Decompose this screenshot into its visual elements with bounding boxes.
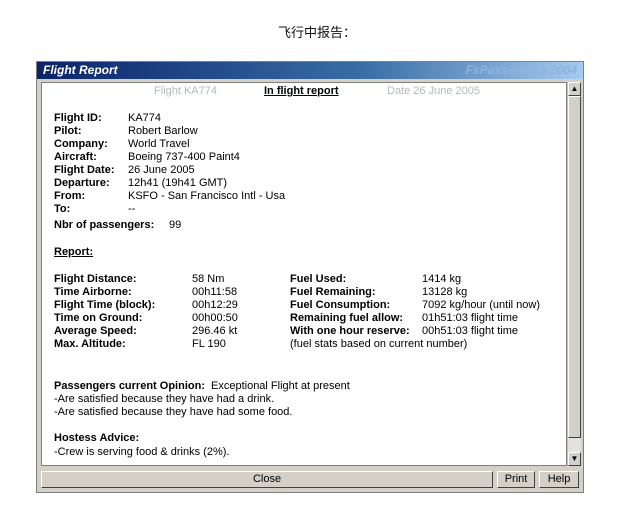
stat-value-speed: 296.46 kt (192, 325, 238, 337)
report-header: Flight KA774 In flight report Date 26 Ju… (42, 85, 566, 99)
button-bar: Close Print Help (41, 471, 581, 488)
print-button[interactable]: Print (497, 471, 535, 488)
info-label-departure: Departure: (54, 177, 110, 189)
info-value-pilot: Robert Barlow (128, 125, 198, 137)
header-date: Date 26 June 2005 (387, 85, 480, 97)
fuel-label-consumption: Fuel Consumption: (290, 299, 391, 311)
info-label-flight-date: Flight Date: (54, 164, 115, 176)
info-value-flight-id: KA774 (128, 112, 162, 124)
info-label-from: From: (54, 190, 86, 202)
fuel-label-allow: Remaining fuel allow: (290, 312, 404, 324)
stat-label-ground: Time on Ground: (54, 312, 143, 324)
hostess-line: -Crew is serving food & drinks (2%). (54, 446, 230, 458)
stat-label-airborne: Time Airborne: (54, 286, 132, 298)
stat-label-distance: Flight Distance: (54, 273, 137, 285)
hostess-label: Hostess Advice: (54, 432, 140, 444)
fuel-label-reserve: With one hour reserve: (290, 325, 410, 337)
vertical-scrollbar[interactable]: ▲ ▼ (567, 82, 581, 466)
title-bar: Flight Report FsPassengers 2004 (37, 62, 583, 79)
stat-value-airborne: 00h11:58 (192, 286, 238, 298)
scrollbar-thumb[interactable] (568, 96, 581, 438)
fuel-note: (fuel stats based on current number) (290, 338, 468, 350)
stat-value-distance: 58 Nm (192, 273, 225, 285)
info-label-to: To: (54, 203, 71, 215)
stat-label-altitude: Max. Altitude: (54, 338, 126, 350)
stat-value-ground: 00h00:50 (192, 312, 238, 324)
close-button[interactable]: Close (41, 471, 493, 488)
info-label-company: Company: (54, 138, 108, 150)
brand-label: FsPassengers 2004 (465, 63, 577, 77)
fuel-label-used: Fuel Used: (290, 273, 347, 285)
header-flight: Flight KA774 (154, 85, 217, 97)
stat-value-block: 00h12:29 (192, 299, 238, 311)
opinion-label: Passengers current Opinion: (54, 380, 205, 392)
stat-value-altitude: FL 190 (192, 338, 226, 350)
info-value-to: -- (128, 203, 136, 215)
info-label-flight-id: Flight ID: (54, 112, 102, 124)
opinion-line: -Are satisfied because they have had som… (54, 406, 293, 418)
help-button[interactable]: Help (539, 471, 579, 488)
fuel-value-reserve: 00h51:03 flight time (422, 325, 519, 337)
fuel-value-used: 1414 kg (422, 273, 462, 285)
passengers-label: Nbr of passengers: (54, 219, 155, 231)
scroll-up-icon[interactable]: ▲ (568, 82, 581, 96)
scroll-down-icon[interactable]: ▼ (568, 452, 581, 466)
passengers-value: 99 (169, 219, 182, 231)
fuel-value-remaining: 13128 kg (422, 286, 468, 298)
page-caption: 飞行中报告： (277, 26, 356, 41)
info-value-from: KSFO - San Francisco Intl - Usa (128, 190, 286, 202)
report-heading: Report: (54, 246, 94, 258)
stat-label-speed: Average Speed: (54, 325, 137, 337)
opinion-value: Exceptional Flight at present (211, 380, 350, 392)
info-value-departure: 12h41 (19h41 GMT) (128, 177, 228, 189)
info-label-pilot: Pilot: (54, 125, 82, 137)
flight-report-window: Flight Report FsPassengers 2004 Flight K… (36, 61, 584, 493)
report-content: Flight KA774 In flight report Date 26 Ju… (41, 82, 567, 466)
fuel-value-consumption: 7092 kg/hour (until now) (422, 299, 541, 311)
info-value-aircraft: Boeing 737-400 Paint4 (128, 151, 240, 163)
opinion-line: -Are satisfied because they have had a d… (54, 393, 275, 405)
window-title: Flight Report (43, 63, 118, 77)
fuel-label-remaining: Fuel Remaining: (290, 286, 376, 298)
info-label-aircraft: Aircraft: (54, 151, 97, 163)
stat-label-block: Flight Time (block): (54, 299, 156, 311)
fuel-value-allow: 01h51:03 flight time (422, 312, 519, 324)
info-value-company: World Travel (128, 138, 190, 150)
header-title: In flight report (264, 85, 339, 97)
info-value-flight-date: 26 June 2005 (128, 164, 195, 176)
